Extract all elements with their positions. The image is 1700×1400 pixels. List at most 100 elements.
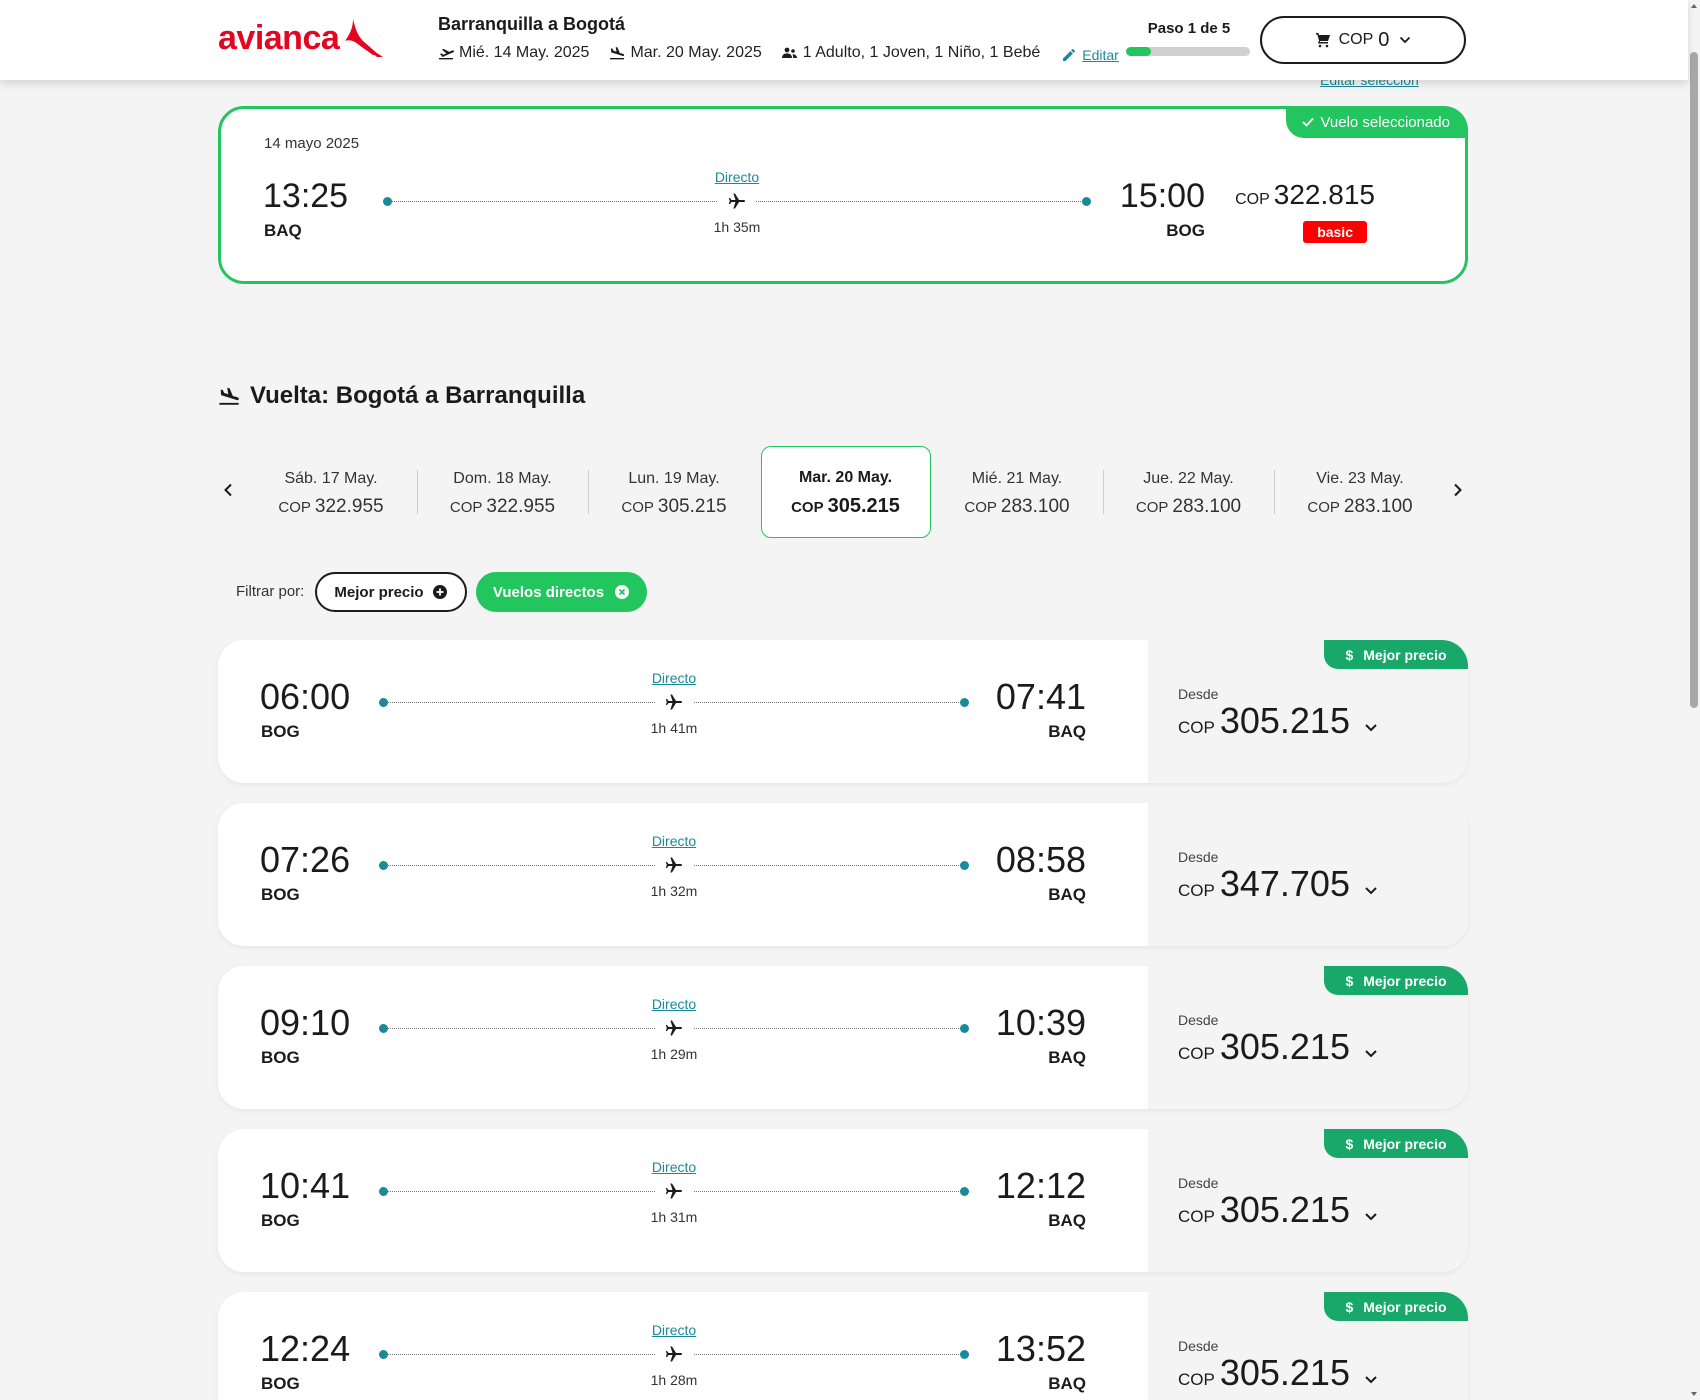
flight-price: COP 305.215 (1178, 1189, 1378, 1231)
next-dates-button[interactable] (1448, 478, 1468, 502)
close-icon[interactable] (614, 584, 630, 600)
outbound-date: Mié. 14 May. 2025 (438, 44, 589, 62)
flight-card[interactable]: 10:41 BOG Directo 1h 31m 12:12 BAQ Desde COP 305… (218, 1129, 1468, 1272)
scroll-down-arrow-icon[interactable] (1690, 1390, 1698, 1398)
cart-button[interactable]: COP 0 (1260, 16, 1466, 64)
flight-duration: 1h 32m (650, 883, 698, 899)
date-option[interactable]: Lun. 19 May. COP 305.215 (589, 446, 759, 538)
landing-icon (219, 387, 239, 405)
stops-link[interactable]: Directo (652, 670, 696, 686)
date-option-currency: COP (449, 499, 483, 516)
date-option-day: Jue. 22 May. (1143, 470, 1234, 487)
flight-route-line: Directo 1h 32m (379, 833, 969, 907)
date-option-currency: COP (621, 499, 654, 516)
depart-code: BOG (261, 1374, 300, 1393)
date-option-day: Mar. 20 May. (798, 469, 893, 486)
return-date: Mar. 20 May. 2025 (609, 44, 762, 62)
date-option-currency: COP (1307, 499, 1340, 516)
date-option[interactable]: Jue. 22 May. COP 283.100 (1104, 446, 1274, 538)
selected-flight-badge: Vuelo seleccionado (1286, 106, 1468, 138)
stops-link[interactable]: Directo (652, 996, 696, 1012)
cart-currency: COP (1338, 31, 1374, 48)
page-scrollbar[interactable] (1688, 0, 1700, 1400)
direct-flights-filter-chip[interactable]: Vuelos directos (476, 572, 647, 612)
outbound-date-text: Mié. 14 May. 2025 (459, 44, 590, 61)
flight-price: COP 305.215 (1178, 1352, 1378, 1394)
airplane-icon (655, 1018, 693, 1038)
flight-duration: 1h 28m (650, 1372, 698, 1388)
best-price-filter-label: Mejor precio (334, 583, 424, 601)
date-option[interactable]: Mar. 20 May. COP 305.215 (760, 446, 931, 538)
passengers-icon (781, 47, 797, 58)
passengers-text: 1 Adulto, 1 Joven, 1 Niño, 1 Bebé (802, 44, 1041, 61)
depart-code: BOG (261, 1211, 300, 1230)
price-value: 347.705 (1219, 863, 1350, 904)
arrive-code: BAQ (1048, 1048, 1086, 1067)
depart-code: BOG (261, 885, 300, 904)
airplane-icon (718, 191, 756, 211)
scroll-thumb[interactable] (1690, 52, 1698, 708)
dollar-icon: $ (1345, 1135, 1354, 1152)
scroll-up-arrow-icon[interactable] (1690, 2, 1698, 10)
takeoff-icon (439, 48, 454, 60)
flight-price: COP 347.705 (1178, 863, 1378, 905)
date-option[interactable]: Mié. 21 May. COP 283.100 (932, 446, 1102, 538)
dollar-icon: $ (1345, 646, 1354, 663)
cart-amount: 0 (1378, 28, 1390, 51)
stops-link[interactable]: Directo (652, 833, 696, 849)
flight-card[interactable]: 06:00 BOG Directo 1h 41m 07:41 BAQ Desde COP 305… (218, 640, 1468, 783)
flight-card[interactable]: 07:26 BOG Directo 1h 32m 08:58 BAQ Desde COP 347… (218, 803, 1468, 946)
selected-flight-price: COP 322.815 (1235, 179, 1375, 211)
flight-duration: 1h 41m (650, 720, 698, 736)
date-option[interactable]: Dom. 18 May. COP 322.955 (418, 446, 588, 538)
flight-route-line: Directo 1h 28m (379, 1322, 969, 1396)
date-option-price: COP 322.955 (418, 496, 588, 518)
date-option-price-value: 283.100 (1343, 496, 1413, 517)
chevron-down-icon[interactable] (1364, 1049, 1378, 1059)
stops-link[interactable]: Directo (715, 169, 759, 185)
flight-route-line: Directo 1h 41m (379, 670, 969, 744)
step-progress-fill (1126, 47, 1151, 56)
stops-link[interactable]: Directo (652, 1322, 696, 1338)
chevron-down-icon[interactable] (1364, 1212, 1378, 1222)
origin-dot (379, 861, 388, 870)
best-price-filter-chip[interactable]: Mejor precio (315, 572, 467, 612)
stops-link[interactable]: Directo (652, 1159, 696, 1175)
top-header: avianca Barranquilla a Bogotá Mié. 14 Ma… (0, 0, 1688, 80)
arrive-code: BAQ (1048, 1374, 1086, 1393)
chevron-down-icon[interactable] (1364, 723, 1378, 733)
flight-route-line: Directo 1h 29m (379, 996, 969, 1070)
best-price-label: Mejor precio (1363, 1135, 1447, 1152)
origin-dot (379, 1350, 388, 1359)
date-option-currency: COP (964, 499, 997, 516)
airplane-icon (655, 1181, 693, 1201)
date-option-price: COP 283.100 (1275, 496, 1445, 518)
pencil-icon (1063, 48, 1076, 61)
add-icon (432, 585, 447, 599)
date-option-price: COP 305.215 (762, 495, 930, 518)
origin-dot (379, 1024, 388, 1033)
best-price-badge: $ Mejor precio (1324, 1292, 1468, 1321)
flight-price: COP 305.215 (1178, 1026, 1378, 1068)
edit-search-link[interactable]: Editar (1062, 47, 1119, 63)
airplane-icon (655, 692, 693, 712)
origin-dot (383, 197, 392, 206)
price-panel[interactable]: Desde COP 347.705 (1148, 803, 1468, 946)
date-option[interactable]: Vie. 23 May. COP 283.100 (1275, 446, 1445, 538)
bird-logo-icon (345, 19, 384, 57)
date-option-price-value: 283.100 (1172, 496, 1242, 517)
arrive-time: 08:58 (995, 839, 1086, 880)
chevron-down-icon[interactable] (1364, 1375, 1378, 1385)
date-option[interactable]: Sáb. 17 May. COP 322.955 (246, 446, 416, 538)
flight-card[interactable]: 09:10 BOG Directo 1h 29m 10:39 BAQ Desde COP 305… (218, 966, 1468, 1109)
chevron-right-icon (1454, 483, 1462, 497)
landing-icon (610, 47, 625, 60)
flight-card[interactable]: 12:24 BOG Directo 1h 28m 13:52 BAQ Desde COP 305… (218, 1292, 1468, 1400)
destination-dot (1082, 197, 1091, 206)
depart-code: BOG (261, 722, 300, 741)
prev-dates-button[interactable] (218, 478, 238, 502)
avianca-logo[interactable]: avianca (218, 14, 385, 62)
chevron-down-icon[interactable] (1364, 886, 1378, 896)
check-icon (1302, 117, 1315, 127)
dollar-icon: $ (1345, 972, 1354, 989)
